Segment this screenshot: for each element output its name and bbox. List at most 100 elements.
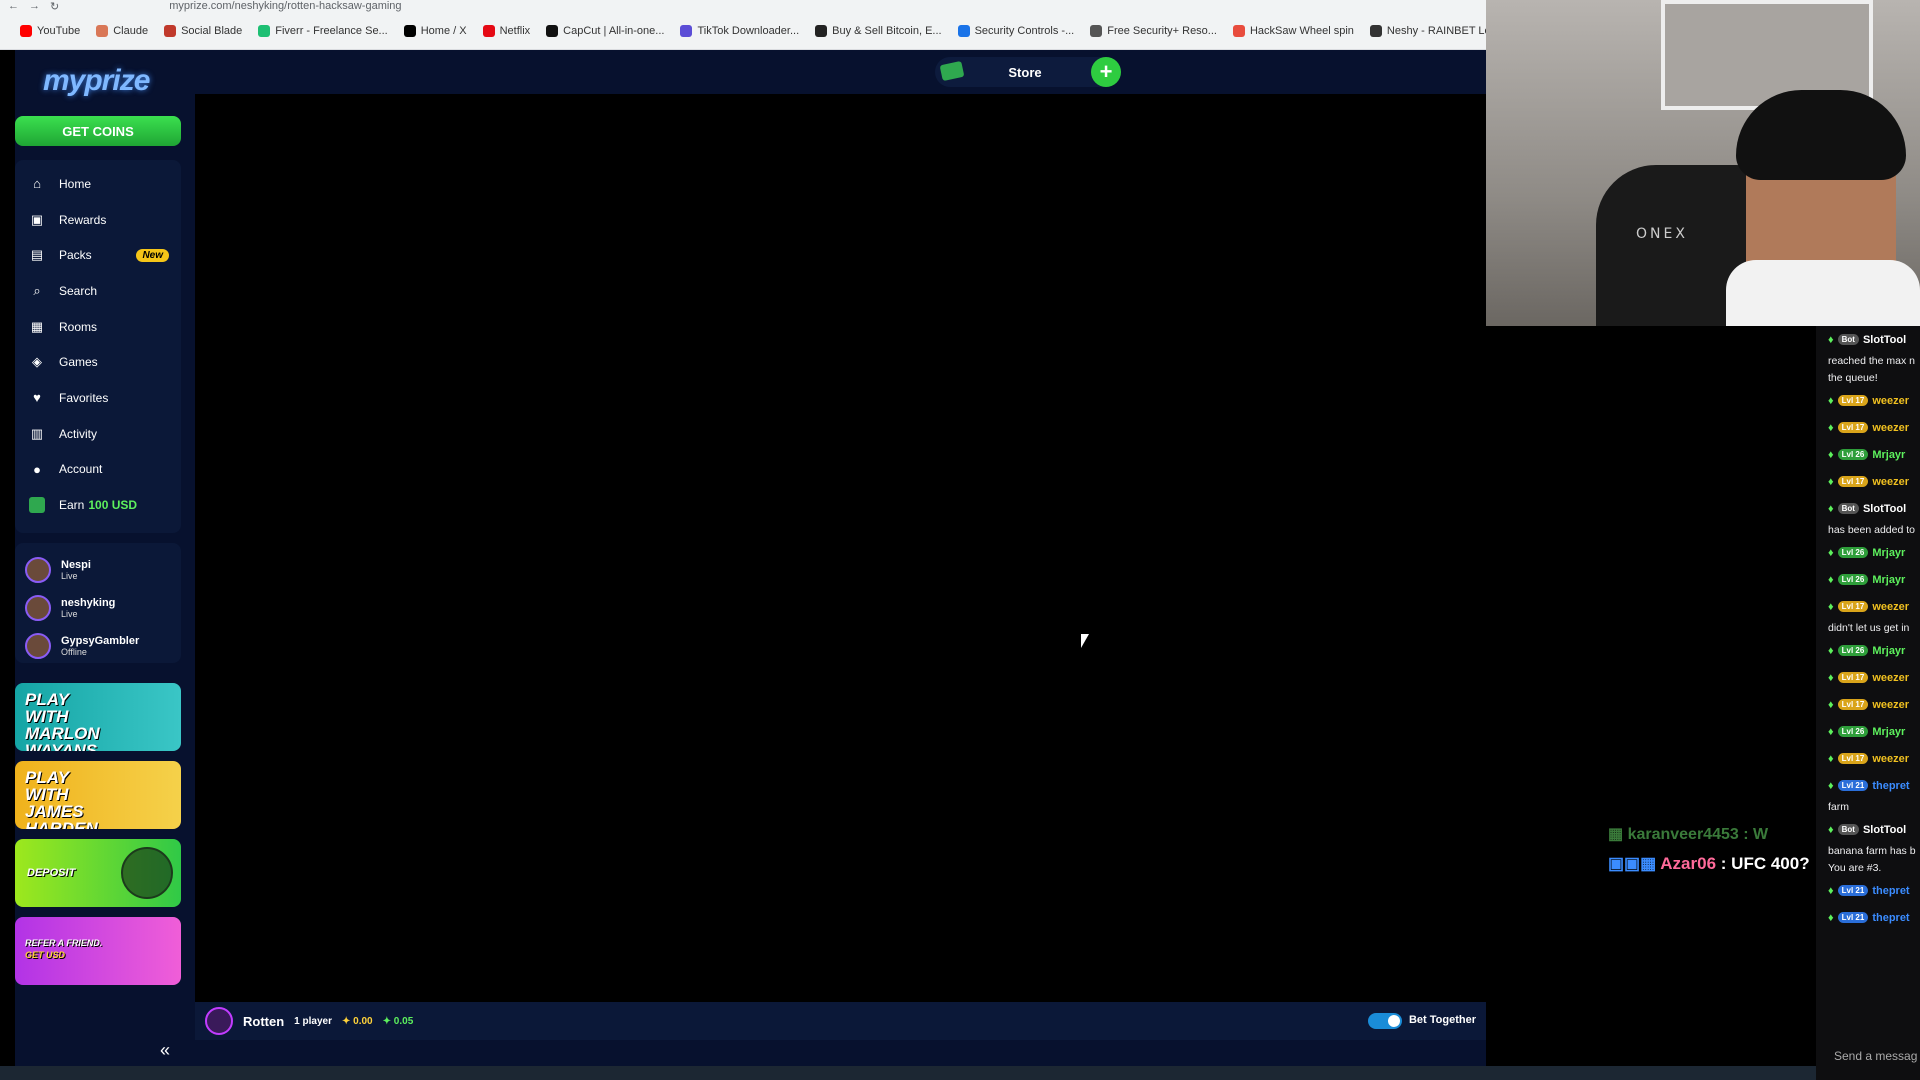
bookmark-item[interactable]: CapCut | All-in-one... (546, 24, 664, 37)
sidebar-item-earn[interactable]: Earn 100 USD (15, 487, 181, 523)
badge-icon: ♦ (1828, 333, 1834, 346)
streamer-list: Nespi Live neshyking Live GypsyGambler Offlin… (15, 543, 181, 663)
level-badge: Lvl 26 (1837, 645, 1869, 656)
chat-username[interactable]: SlotTool (1863, 503, 1906, 515)
streamer-item[interactable]: neshyking Live (15, 589, 181, 627)
bookmark-item[interactable]: TikTok Downloader... (680, 24, 799, 37)
overlay-message: : W (1743, 826, 1769, 843)
sidebar-item-label: Favorites (59, 390, 109, 405)
sidebar-item-rewards[interactable]: ▣ Rewards (15, 202, 181, 238)
chat-username[interactable]: weezer (1872, 699, 1909, 711)
chat-username[interactable]: Mrjayr (1872, 449, 1905, 461)
sidebar-item-label: Search (59, 283, 98, 298)
taskbar-strip (0, 1066, 1816, 1080)
streamer-hair (1736, 90, 1906, 180)
promo-text: GET USD (25, 950, 66, 960)
chat-username[interactable]: weezer (1872, 476, 1909, 488)
get-coins-button[interactable]: GET COINS (15, 116, 181, 146)
level-badge: Lvl 17 (1837, 753, 1869, 764)
coins-icon (121, 847, 173, 899)
bookmark-item[interactable]: Fiverr - Freelance Se... (258, 24, 388, 37)
bookmark-item[interactable]: Home / X (403, 24, 467, 37)
bookmark-favicon-icon (815, 24, 828, 37)
chat-message: ♦ Lvl 21 thepret (1816, 877, 1920, 904)
bookmark-favicon-icon (20, 24, 32, 37)
chat-username[interactable]: SlotTool (1863, 334, 1906, 346)
level-badge: Lvl 26 (1837, 449, 1869, 460)
chat-username[interactable]: weezer (1872, 601, 1909, 613)
chat-input[interactable]: Send a messag (1826, 1042, 1920, 1070)
reload-icon[interactable]: ↻ (50, 0, 59, 13)
chat-username[interactable]: thepret (1872, 912, 1909, 924)
chat-username[interactable]: Mrjayr (1872, 547, 1905, 559)
packs-icon: ▤ (30, 247, 44, 263)
chat-username[interactable]: Mrjayr (1872, 574, 1905, 586)
bookmark-item[interactable]: Claude (96, 24, 148, 37)
bookmark-item[interactable]: Buy & Sell Bitcoin, E... (815, 24, 942, 37)
chat-username[interactable]: weezer (1872, 395, 1909, 407)
heart-icon: ♥ (33, 390, 41, 406)
collapse-sidebar-icon[interactable]: « (160, 1040, 170, 1061)
chat-username[interactable]: Mrjayr (1872, 645, 1905, 657)
promo-deposit[interactable]: DEPOSIT (15, 839, 181, 907)
sidebar-item-account[interactable]: ● Account (15, 452, 181, 488)
sidebar-item-label: Activity (59, 426, 98, 441)
promo-refer-friend[interactable]: REFER A FRIEND. GET USD (15, 917, 181, 985)
chat-username[interactable]: SlotTool (1863, 824, 1906, 836)
bookmark-label: Free Security+ Reso... (1107, 24, 1217, 37)
bookmark-favicon-icon (546, 24, 559, 37)
sidebar-item-home[interactable]: ⌂ Home (15, 166, 181, 202)
add-coins-icon[interactable]: + (1091, 57, 1121, 87)
store-button[interactable]: Store + (935, 57, 1121, 87)
bookmark-item[interactable]: Security Controls -... (957, 24, 1074, 37)
streamer-item[interactable]: Nespi Live (15, 551, 181, 589)
streamer-item[interactable]: GypsyGambler Offline (15, 627, 181, 665)
bookmark-item[interactable]: Social Blade (164, 24, 242, 37)
chat-username[interactable]: weezer (1872, 672, 1909, 684)
chat-username[interactable]: thepret (1872, 780, 1909, 792)
sidebar-nav: ⌂ Home ▣ Rewards ▤ Packs New ⌕ Search ▦ Rooms ◈ Game… (15, 160, 181, 533)
myprize-app: myprize GET COINS ⌂ Home ▣ Rewards ▤ Packs New… (15, 50, 1486, 1066)
sidebar-item-games[interactable]: ◈ Games (15, 344, 181, 380)
bookmark-item[interactable]: Free Security+ Reso... (1090, 24, 1217, 37)
sidebar-item-packs[interactable]: ▤ Packs New (15, 237, 181, 273)
sidebar-item-activity[interactable]: ▥ Activity (15, 416, 181, 452)
url-text[interactable]: myprize.com/neshyking/rotten-hacksaw-gam… (169, 0, 401, 12)
bookmark-label: Netflix (499, 24, 531, 37)
sidebar-item-favorites[interactable]: ♥ Favorites (15, 380, 181, 416)
level-badge: Bot (1837, 334, 1859, 345)
bookmark-item[interactable]: YouTube (20, 24, 80, 37)
game-bottom-bar: Rotten 1 player ✦ 0.00 ✦ 0.05 Bet Togeth… (195, 1002, 1486, 1040)
overlay-username: Azar06 (1660, 854, 1717, 873)
sidebar-item-label: Earn (59, 498, 85, 513)
chat-username[interactable]: Mrjayr (1872, 726, 1905, 738)
bookmark-item[interactable]: HackSaw Wheel spin (1232, 24, 1354, 37)
level-badge: Lvl 26 (1837, 726, 1869, 737)
forward-icon[interactable]: → (29, 0, 40, 12)
bookmark-favicon-icon (957, 24, 970, 37)
chat-message-list: ♦ Bot SlotTool reached the max n the queue!… (1816, 326, 1920, 931)
sidebar-item-rooms[interactable]: ▦ Rooms (15, 309, 181, 345)
chat-username[interactable]: thepret (1872, 885, 1909, 897)
level-badge: Lvl 21 (1837, 912, 1869, 923)
bet-together-toggle[interactable] (1368, 1013, 1402, 1029)
chat-username[interactable]: weezer (1872, 753, 1909, 765)
game-canvas[interactable] (195, 94, 1486, 1002)
chat-username[interactable]: weezer (1872, 422, 1909, 434)
back-icon[interactable]: ← (8, 0, 19, 12)
promo-marlon-wayans[interactable]: PLAY WITH MARLON WAYANS (15, 683, 181, 751)
streamer-status: Live (61, 609, 78, 619)
sidebar-item-label: Rooms (59, 319, 98, 334)
sidebar-item-search[interactable]: ⌕ Search (15, 273, 181, 309)
address-bar[interactable]: ← → ↻ myprize.com/neshyking/rotten-hacks… (0, 0, 1486, 12)
earn-amount: 100 USD (88, 498, 138, 513)
level-badge: Lvl 26 (1837, 574, 1869, 585)
promo-james-harden[interactable]: PLAY WITH JAMES HARDEN (15, 761, 181, 829)
bookmark-item[interactable]: Netflix (482, 24, 531, 37)
bookmark-favicon-icon (1369, 24, 1382, 37)
myprize-logo[interactable]: myprize (43, 64, 150, 98)
bookmark-item[interactable]: Neshy - RAINBET Le... (1369, 24, 1486, 37)
chat-message: ♦ Bot SlotTool (1816, 326, 1920, 353)
rewards-icon: ▣ (30, 211, 44, 227)
player-count: 1 player (294, 1015, 332, 1027)
